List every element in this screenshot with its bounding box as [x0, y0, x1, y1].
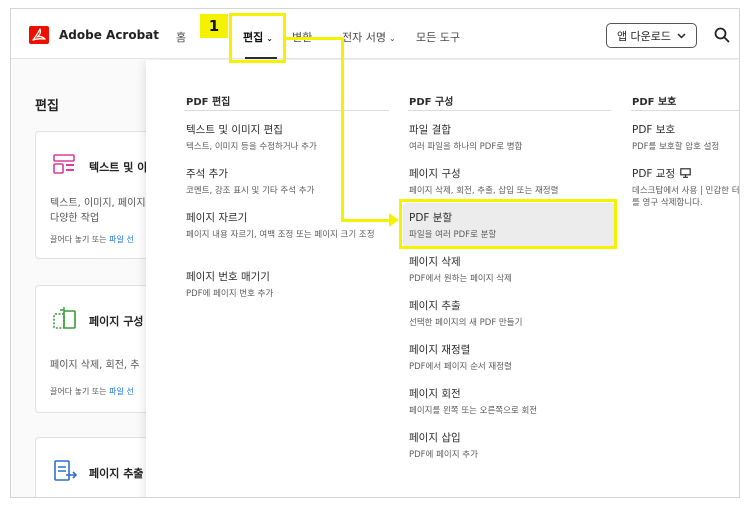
callout-highlight-edit-nav — [229, 13, 286, 63]
adobe-logo-icon[interactable] — [29, 26, 49, 44]
menu-item-extract-pages[interactable]: 페이지 추출 선택한 페이지의 새 PDF 만들기 — [409, 298, 619, 329]
browser-viewport: 편집 텍스트 및 이 텍스트, 이미지, 페이지 다양한 작업 끌어다 놓기 또… — [10, 8, 740, 498]
menu-item-add-comments[interactable]: 주석 추가 코멘트, 강조 표시 및 기타 주석 추가 — [186, 166, 396, 197]
menu-item-rotate-pages[interactable]: 페이지 회전 페이지를 왼쪽 또는 오른쪽으로 회전 — [409, 386, 619, 417]
brand-name[interactable]: Adobe Acrobat — [59, 28, 159, 42]
chevron-down-icon: ⌄ — [388, 34, 396, 43]
select-file-link[interactable]: 파일 선 — [109, 235, 134, 244]
desktop-icon — [680, 168, 692, 178]
card-title: 페이지 추출 — [89, 467, 144, 480]
edit-text-icon — [53, 154, 75, 174]
edit-mega-menu: PDF 편집 텍스트 및 이미지 편집 텍스트, 이미지 등을 수정하거나 추가… — [146, 60, 739, 497]
menu-item-edit-text-images[interactable]: 텍스트 및 이미지 편집 텍스트, 이미지 등을 수정하거나 추가 — [186, 122, 396, 153]
extract-pages-icon — [54, 460, 78, 481]
menu-item-redact-pdf[interactable]: PDF 교정 데스크탑에서 사용 | 민감한 터를 영구 삭제합니다. — [632, 166, 739, 209]
nav-home[interactable]: 홈 — [176, 29, 186, 45]
menu-item-protect-pdf[interactable]: PDF 보호 PDF를 보호할 암호 설정 — [632, 122, 739, 153]
card-hint: 끌어다 놓기 또는 파일 선 — [50, 387, 134, 396]
menu-item-combine-files[interactable]: 파일 결합 여러 파일을 하나의 PDF로 병합 — [409, 122, 619, 153]
column-divider — [184, 110, 389, 111]
menu-item-reorder-pages[interactable]: 페이지 재정렬 PDF에서 페이지 순서 재정렬 — [409, 342, 619, 373]
app-download-button[interactable]: 앱 다운로드 — [606, 23, 697, 48]
column-divider — [408, 110, 611, 111]
column-heading-pdf-edit: PDF 편집 — [186, 97, 231, 108]
column-heading-pdf-organize: PDF 구성 — [409, 97, 454, 108]
column-heading-pdf-protect: PDF 보호 — [632, 97, 677, 108]
select-file-link[interactable]: 파일 선 — [109, 387, 134, 396]
chevron-down-icon — [677, 32, 686, 39]
callout-connector — [286, 37, 344, 40]
callout-connector — [341, 219, 391, 222]
callout-step-number: 1 — [200, 14, 228, 38]
menu-item-split-pdf[interactable]: PDF 분할 파일을 여러 PDF로 분할 — [403, 203, 615, 247]
column-divider — [631, 110, 739, 111]
menu-item-delete-pages[interactable]: 페이지 삭제 PDF에서 원하는 페이지 삭제 — [409, 254, 619, 285]
organize-pages-icon — [53, 307, 76, 329]
card-hint: 끌어다 놓기 또는 파일 선 — [50, 235, 134, 244]
search-icon[interactable] — [713, 26, 731, 44]
nav-all-tools[interactable]: 모든 도구 — [416, 29, 460, 45]
card-title: 텍스트 및 이 — [89, 161, 148, 174]
page-title: 편집 — [35, 99, 59, 114]
nav-e-sign[interactable]: 전자 서명 ⌄ — [342, 29, 396, 45]
callout-arrow-head — [389, 213, 399, 227]
card-title: 페이지 구성 — [89, 315, 144, 328]
top-navigation-bar: Adobe Acrobat 홈 편집⌄ 변환 전자 서명⌄ 모든 도구 앱 다운… — [11, 9, 739, 59]
menu-item-insert-pages[interactable]: 페이지 삽입 PDF에 페이지 추가 — [409, 430, 619, 461]
callout-connector — [341, 37, 344, 222]
menu-item-organize-pages[interactable]: 페이지 구성 페이지 삭제, 회전, 추출, 삽입 또는 재정렬 — [409, 166, 619, 197]
menu-item-crop-pages[interactable]: 페이지 자르기 페이지 내용 자르기, 여백 조정 또는 페이지 크기 조정 — [186, 210, 386, 241]
menu-item-number-pages[interactable]: 페이지 번호 매기기 PDF에 페이지 번호 추가 — [186, 269, 396, 300]
